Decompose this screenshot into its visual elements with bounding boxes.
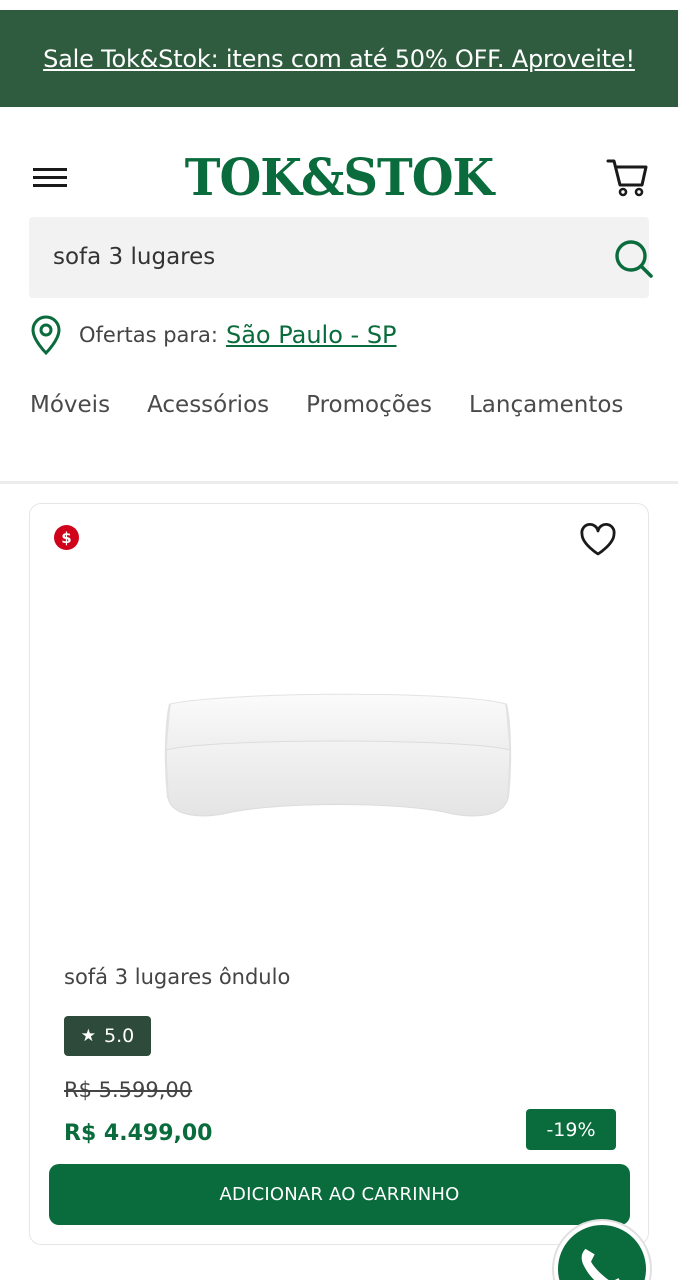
product-image[interactable] xyxy=(164,690,512,826)
star-icon: ★ xyxy=(80,1026,97,1046)
nav-item-acessorios[interactable]: Acessórios xyxy=(147,392,269,418)
site-logo[interactable]: TOK&STOK xyxy=(185,149,495,208)
promo-banner-link[interactable]: Sale Tok&Stok: itens com até 50% OFF. Ap… xyxy=(43,45,635,73)
shopping-cart-icon[interactable] xyxy=(604,154,650,200)
product-card[interactable]: $ sofá 3 lugares ôndulo ★ 5.0 R$ 5.599,0… xyxy=(29,503,649,1245)
nav-item-lancamentos[interactable]: Lançamentos xyxy=(469,392,623,418)
old-price: R$ 5.599,00 xyxy=(64,1078,193,1102)
site-header: TOK&STOK xyxy=(0,140,678,216)
status-strip xyxy=(0,0,678,10)
delivery-location: Ofertas para: São Paulo - SP xyxy=(29,315,397,355)
location-prefix: Ofertas para: xyxy=(79,323,218,347)
nav-item-promocoes[interactable]: Promoções xyxy=(306,392,432,418)
rating-value: 5.0 xyxy=(104,1025,135,1047)
rating-badge: ★ 5.0 xyxy=(64,1016,151,1056)
current-price: R$ 4.499,00 xyxy=(64,1121,213,1146)
promo-banner[interactable]: Sale Tok&Stok: itens com até 50% OFF. Ap… xyxy=(0,10,678,107)
whatsapp-icon[interactable] xyxy=(554,1221,650,1280)
heart-icon[interactable] xyxy=(578,522,618,558)
product-name[interactable]: sofá 3 lugares ôndulo xyxy=(64,965,290,989)
phone-glyph-icon xyxy=(581,1248,620,1280)
sale-badge: $ xyxy=(54,525,79,550)
discount-badge: -19% xyxy=(526,1109,616,1150)
nav-item-moveis[interactable]: Móveis xyxy=(30,392,110,418)
section-divider xyxy=(0,481,678,484)
hamburger-menu-icon[interactable] xyxy=(31,164,71,192)
add-to-cart-button[interactable]: ADICIONAR AO CARRINHO xyxy=(49,1164,630,1225)
category-nav: Móveis Acessórios Promoções Lançamentos xyxy=(30,392,650,436)
search-input[interactable] xyxy=(53,237,573,277)
map-pin-icon xyxy=(31,315,61,355)
location-city-link[interactable]: São Paulo - SP xyxy=(226,321,397,349)
search-icon[interactable] xyxy=(612,237,656,281)
search-bar xyxy=(29,217,653,298)
